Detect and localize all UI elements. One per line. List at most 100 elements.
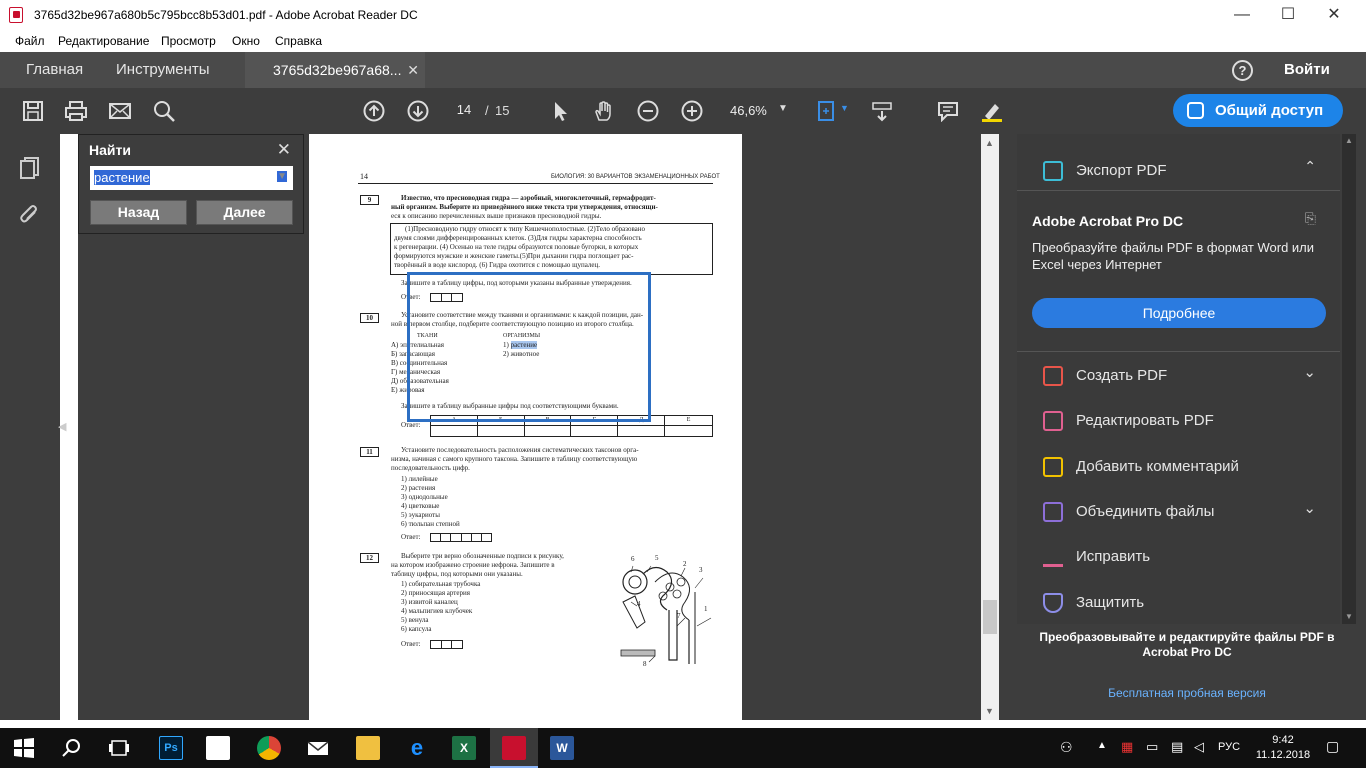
comment-icon[interactable] bbox=[937, 100, 959, 122]
tab-tools[interactable]: Инструменты bbox=[116, 52, 210, 88]
promo-description: Преобразуйте файлы PDF в формат Word или… bbox=[1032, 240, 1315, 272]
menu-bar: Файл Редактирование Просмотр Окно Справк… bbox=[0, 30, 1366, 52]
menu-file[interactable]: Файл bbox=[15, 34, 45, 48]
title-bar: 3765d32be967a680b5c795bcc8b53d01.pdf - A… bbox=[0, 0, 1366, 30]
search-icon[interactable] bbox=[153, 100, 175, 122]
q10-letter-cell: В bbox=[524, 416, 572, 426]
collapse-left-panel-icon[interactable]: ◀ bbox=[58, 420, 66, 433]
page-number-input[interactable]: 14 bbox=[446, 98, 482, 122]
menu-help[interactable]: Справка bbox=[275, 34, 322, 48]
people-icon[interactable]: ⚇ bbox=[1060, 739, 1073, 756]
page-down-icon[interactable] bbox=[407, 100, 429, 122]
find-back-button[interactable]: Назад bbox=[90, 200, 187, 225]
scroll-mode-icon[interactable] bbox=[871, 100, 893, 122]
menu-edit[interactable]: Редактирование bbox=[58, 34, 149, 48]
close-window-button[interactable]: ✕ bbox=[1311, 0, 1357, 30]
save-icon[interactable] bbox=[22, 100, 44, 122]
pdf-page[interactable]: 14 БИОЛОГИЯ: 30 ВАРИАНТОВ ЭКЗАМЕНАЦИОННЫ… bbox=[309, 134, 742, 720]
help-icon[interactable]: ? bbox=[1232, 60, 1253, 81]
acrobat-taskbar-item[interactable] bbox=[490, 728, 538, 768]
find-close-icon[interactable]: ✕ bbox=[277, 140, 291, 160]
pages-thumbnail-icon[interactable] bbox=[19, 156, 41, 180]
scroll-down-icon[interactable]: ▼ bbox=[985, 706, 994, 716]
chrome-icon[interactable] bbox=[257, 736, 281, 760]
store-icon[interactable] bbox=[206, 736, 230, 760]
attachment-icon[interactable] bbox=[18, 202, 40, 226]
select-cursor-icon[interactable] bbox=[550, 100, 572, 122]
tool-protect[interactable]: Защитить bbox=[1017, 580, 1340, 625]
promo-title: Adobe Acrobat Pro DC bbox=[1032, 213, 1184, 229]
tool-combine-files[interactable]: Объединить файлы ⌄ bbox=[1017, 489, 1340, 534]
print-icon[interactable] bbox=[65, 100, 87, 122]
rp-scroll-down-icon[interactable]: ▼ bbox=[1345, 612, 1353, 621]
q10-text-line: Установите соответствие между тканями и … bbox=[401, 311, 644, 319]
chevron-down-icon[interactable]: ⌄ bbox=[1303, 499, 1316, 517]
menu-view[interactable]: Просмотр bbox=[161, 34, 216, 48]
right-panel-scrollbar[interactable]: ▲ ▼ bbox=[1342, 134, 1356, 624]
tab-document[interactable]: 3765d32be967a68... ✕ bbox=[245, 52, 425, 88]
promo-box: Adobe Acrobat Pro DC ⎘ Преобразуйте файл… bbox=[1017, 192, 1340, 350]
file-explorer-icon[interactable] bbox=[356, 736, 380, 760]
windows-start-icon[interactable] bbox=[12, 736, 36, 760]
highlight-icon[interactable] bbox=[981, 100, 1003, 122]
vertical-scrollbar[interactable]: ▲ ▼ bbox=[981, 134, 999, 720]
share-button[interactable]: Общий доступ bbox=[1173, 94, 1343, 127]
q11-item: 5) эукариоты bbox=[401, 511, 440, 519]
login-button[interactable]: Войти bbox=[1284, 52, 1330, 88]
fit-page-icon[interactable] bbox=[816, 100, 838, 122]
find-dropdown-icon[interactable]: ▼ bbox=[277, 171, 287, 182]
q12-answer-label: Ответ: bbox=[401, 640, 421, 648]
word-icon[interactable]: W bbox=[550, 736, 574, 760]
zoom-in-icon[interactable] bbox=[681, 100, 703, 122]
zoom-dropdown-icon[interactable]: ▼ bbox=[778, 103, 788, 114]
share-label: Общий доступ bbox=[1215, 102, 1324, 119]
menu-window[interactable]: Окно bbox=[232, 34, 260, 48]
email-icon[interactable] bbox=[109, 100, 131, 122]
free-trial-link[interactable]: Бесплатная пробная версия bbox=[1017, 686, 1357, 700]
edge-icon[interactable]: e bbox=[405, 736, 429, 760]
task-view-icon[interactable] bbox=[107, 736, 131, 760]
input-language[interactable]: РУС bbox=[1218, 741, 1240, 753]
fig-label: 8 bbox=[643, 660, 647, 668]
tray-expand-icon[interactable]: ▲ bbox=[1097, 740, 1107, 751]
export-pdf-section[interactable]: Экспорт PDF ⌃ bbox=[1017, 148, 1340, 193]
volume-icon[interactable]: ◁ bbox=[1194, 739, 1204, 755]
find-next-button[interactable]: Далее bbox=[196, 200, 293, 225]
clock-date: 11.12.2018 bbox=[1255, 749, 1311, 761]
tool-add-comment[interactable]: Добавить комментарий bbox=[1017, 444, 1340, 489]
q11-item: 3) однодольные bbox=[401, 493, 448, 501]
collapse-chevron-up-icon[interactable]: ⌃ bbox=[1304, 158, 1316, 175]
battery-icon[interactable]: ▭ bbox=[1146, 739, 1158, 755]
q9-text-line: Известно, что пресноводная гидра — аэроб… bbox=[401, 194, 656, 202]
page-up-icon[interactable] bbox=[363, 100, 385, 122]
q10-answer-label: Ответ: bbox=[401, 421, 421, 429]
search-taskbar-icon[interactable] bbox=[60, 736, 84, 760]
q9-answer-label: Ответ: bbox=[401, 293, 421, 301]
chevron-down-icon[interactable]: ⌄ bbox=[1303, 363, 1316, 381]
tool-edit-pdf[interactable]: Редактировать PDF bbox=[1017, 398, 1340, 443]
tab-close-icon[interactable]: ✕ bbox=[407, 52, 419, 88]
scroll-thumb[interactable] bbox=[983, 600, 997, 634]
system-clock[interactable]: 9:42 11.12.2018 bbox=[1255, 733, 1311, 763]
find-input[interactable]: растение ▼ bbox=[90, 166, 293, 190]
maximize-button[interactable]: ☐ bbox=[1265, 0, 1311, 30]
fit-dropdown-icon[interactable]: ▼ bbox=[840, 103, 849, 113]
toolbar: / 15 ▼ ▼ bbox=[0, 88, 1366, 134]
tool-fix[interactable]: Исправить bbox=[1017, 534, 1340, 579]
rp-scroll-up-icon[interactable]: ▲ bbox=[1345, 136, 1353, 145]
learn-more-button[interactable]: Подробнее bbox=[1032, 298, 1326, 328]
minimize-button[interactable]: — bbox=[1219, 0, 1265, 30]
hand-tool-icon[interactable] bbox=[593, 100, 615, 122]
mail-icon[interactable] bbox=[306, 736, 330, 760]
network-icon[interactable]: ▤ bbox=[1171, 739, 1183, 755]
notifications-icon[interactable]: ▢ bbox=[1326, 738, 1339, 755]
excel-icon[interactable]: X bbox=[452, 736, 476, 760]
tab-home[interactable]: Главная bbox=[26, 52, 83, 88]
scroll-up-icon[interactable]: ▲ bbox=[985, 138, 994, 148]
tool-create-pdf[interactable]: Создать PDF ⌄ bbox=[1017, 353, 1340, 398]
zoom-level[interactable]: 46,6% bbox=[730, 103, 767, 118]
q9-box-line: двумя слоями дифференцированных клеток. … bbox=[394, 234, 642, 242]
network-warning-icon[interactable]: ▦ bbox=[1121, 739, 1133, 755]
photoshop-icon[interactable]: Ps bbox=[159, 736, 183, 760]
zoom-out-icon[interactable] bbox=[637, 100, 659, 122]
